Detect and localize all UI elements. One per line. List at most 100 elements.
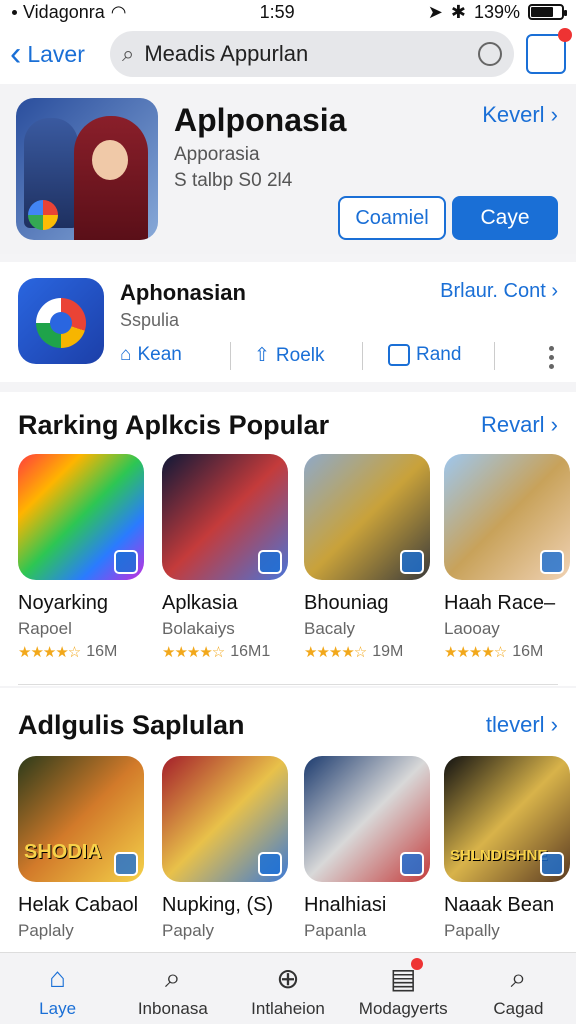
download-count: 16M bbox=[512, 643, 544, 660]
app-tile[interactable]: Noyarking Rapoel ★★★★☆ 16M bbox=[18, 454, 144, 661]
tab-modagyerts[interactable]: ▤ Modagyerts bbox=[346, 953, 461, 1024]
search-icon: ⌕ bbox=[164, 961, 181, 993]
tile-artwork-label: SHODIA bbox=[24, 841, 102, 863]
app-tile-rating: ★★★★☆ 19M bbox=[304, 643, 430, 661]
featured-link[interactable]: tleverl › bbox=[486, 712, 558, 738]
app-icon[interactable] bbox=[18, 278, 104, 364]
search-icon: ⌕ bbox=[510, 961, 527, 993]
download-count: 16M bbox=[86, 643, 118, 660]
app-tile[interactable]: Hnalhiasi Papanla bbox=[304, 756, 430, 941]
app-tile-name: Haah Race– bbox=[444, 592, 556, 614]
badge-icon bbox=[540, 852, 564, 876]
search-input[interactable]: Meadis Appurlan bbox=[144, 41, 468, 67]
app-tile-rating: ★★★★☆ 16M1 bbox=[162, 643, 288, 661]
search-field[interactable]: ⌕ Meadis Appurlan bbox=[110, 31, 514, 77]
hero-card: Aplponasia Apporasia S talbp S0 2l4 Keve… bbox=[0, 84, 576, 254]
app-tile-name: Helak Cabaol bbox=[18, 894, 139, 916]
featured-title: Adlgulis Saplulan bbox=[18, 710, 245, 740]
star-rating-icon: ★★★★☆ bbox=[18, 644, 81, 661]
carrier-label: Vidagonra bbox=[23, 1, 105, 22]
app-tile-image[interactable] bbox=[162, 454, 288, 580]
badge-icon bbox=[258, 852, 282, 876]
app-tile-publisher: Papanla bbox=[304, 921, 367, 940]
app-subtitle: Sspulia bbox=[120, 310, 180, 330]
tab-intlaheion[interactable]: ⊕ Intlaheion bbox=[230, 953, 345, 1024]
app-title: Aphonasian bbox=[120, 280, 246, 305]
app-tile[interactable]: Haah Race– Laooay ★★★★☆ 16M bbox=[444, 454, 570, 661]
battery-icon bbox=[528, 4, 567, 20]
status-bar: Vidagonra ◠ 1:59 ➤ ✱ 139% bbox=[0, 0, 576, 24]
app-tile-publisher: Papally bbox=[444, 921, 500, 940]
app-tile-image[interactable]: SHLNDISHNE bbox=[444, 756, 570, 882]
app-tile-image[interactable] bbox=[304, 756, 430, 882]
badge-icon bbox=[114, 852, 138, 876]
star-rating-icon: ★★★★☆ bbox=[162, 644, 225, 661]
tab-label: Laye bbox=[39, 999, 77, 1018]
app-tile-publisher: Laooay bbox=[444, 619, 500, 638]
tab-cagad[interactable]: ⌕ Cagad bbox=[461, 953, 576, 1024]
more-icon[interactable] bbox=[549, 346, 554, 369]
download-count: 19M bbox=[372, 643, 404, 660]
primary-button[interactable]: Caye bbox=[452, 196, 558, 240]
tab-label: Inbonasa bbox=[137, 999, 208, 1018]
updates-icon: ▤ bbox=[386, 958, 424, 995]
action-rand[interactable]: Rand bbox=[388, 344, 461, 366]
app-tile-image[interactable] bbox=[18, 454, 144, 580]
search-icon: ⌕ bbox=[122, 41, 135, 66]
app-tile-rating: ★★★★☆ 16M bbox=[18, 643, 144, 661]
notification-badge bbox=[558, 28, 572, 42]
search-text-strong: Appurlan bbox=[220, 41, 309, 66]
app-tile-name: Nupking, (S) bbox=[162, 894, 274, 916]
tab-label: Cagad bbox=[493, 999, 544, 1018]
top-nav: ‹ Laver ⌕ Meadis Appurlan bbox=[0, 24, 576, 84]
chrome-logo-icon bbox=[28, 200, 58, 230]
badge-icon bbox=[400, 852, 424, 876]
app-tile[interactable]: Nupking, (S) Papaly bbox=[162, 756, 288, 941]
app-tile[interactable]: Bhouniag Bacaly ★★★★☆ 19M bbox=[304, 454, 430, 661]
hero-link[interactable]: Keverl › bbox=[482, 102, 558, 128]
star-rating-icon: ★★★★☆ bbox=[444, 644, 507, 661]
app-tile-name: Hnalhiasi bbox=[304, 894, 387, 916]
wifi-icon: ◠ bbox=[110, 1, 127, 22]
app-tile-image[interactable] bbox=[444, 454, 570, 580]
app-tile[interactable]: Aplkasia Bolakaiys ★★★★☆ 16M1 bbox=[162, 454, 288, 661]
badge-icon bbox=[258, 550, 282, 574]
app-tile-image[interactable] bbox=[162, 756, 288, 882]
tab-laye[interactable]: ⌂ Laye bbox=[0, 953, 115, 1024]
app-tile-publisher: Rapoel bbox=[18, 619, 72, 638]
action-kean[interactable]: ⌂ Kean bbox=[120, 344, 182, 366]
app-link[interactable]: Brlaur. Cont › bbox=[440, 280, 558, 303]
ranking-section: Rarking Aplkcis Popular Revarl › Noyarki… bbox=[0, 392, 576, 686]
share-icon: ⇧ bbox=[254, 345, 270, 366]
download-count: 16M1 bbox=[230, 643, 271, 660]
app-tile-publisher: Bolakaiys bbox=[162, 619, 235, 638]
app-tile-publisher: Bacaly bbox=[304, 619, 356, 638]
app-tile[interactable]: SHODIA Helak Cabaol Paplaly bbox=[18, 756, 144, 941]
list-icon bbox=[388, 344, 410, 366]
tab-label: Intlaheion bbox=[251, 999, 325, 1018]
ranking-title: Rarking Aplkcis Popular bbox=[18, 410, 330, 440]
home-icon: ⌂ bbox=[120, 344, 132, 365]
ranking-link[interactable]: Revarl › bbox=[481, 412, 558, 438]
bag-icon[interactable] bbox=[526, 28, 572, 74]
app-tile-name: Noyarking bbox=[18, 592, 109, 614]
hero-meta: S talbp S0 2l4 bbox=[174, 170, 293, 191]
app-tile-image[interactable]: SHODIA bbox=[18, 756, 144, 882]
app-tile-rating: ★★★★☆ 16M bbox=[444, 643, 570, 661]
home-icon: ⌂ bbox=[49, 962, 67, 993]
star-rating-icon: ★★★★☆ bbox=[304, 644, 367, 661]
bluetooth-icon: ✱ bbox=[450, 1, 466, 22]
back-label: Laver bbox=[27, 40, 85, 67]
outline-button[interactable]: Coamiel bbox=[338, 196, 446, 240]
app-tile-publisher: Paplaly bbox=[18, 921, 74, 940]
clear-icon[interactable] bbox=[478, 42, 502, 66]
action-roelk[interactable]: ⇧ Roelk bbox=[254, 344, 325, 367]
app-tile[interactable]: SHLNDISHNE Naaak Bean Papally bbox=[444, 756, 570, 941]
hero-image[interactable] bbox=[16, 98, 158, 240]
back-button[interactable]: ‹ Laver bbox=[10, 37, 110, 71]
badge-icon bbox=[400, 550, 424, 574]
app-tile-image[interactable] bbox=[304, 454, 430, 580]
tab-inbonasa[interactable]: ⌕ Inbonasa bbox=[115, 953, 230, 1024]
clock: 1:59 bbox=[259, 1, 295, 22]
battery-percent: 139% bbox=[473, 1, 520, 22]
